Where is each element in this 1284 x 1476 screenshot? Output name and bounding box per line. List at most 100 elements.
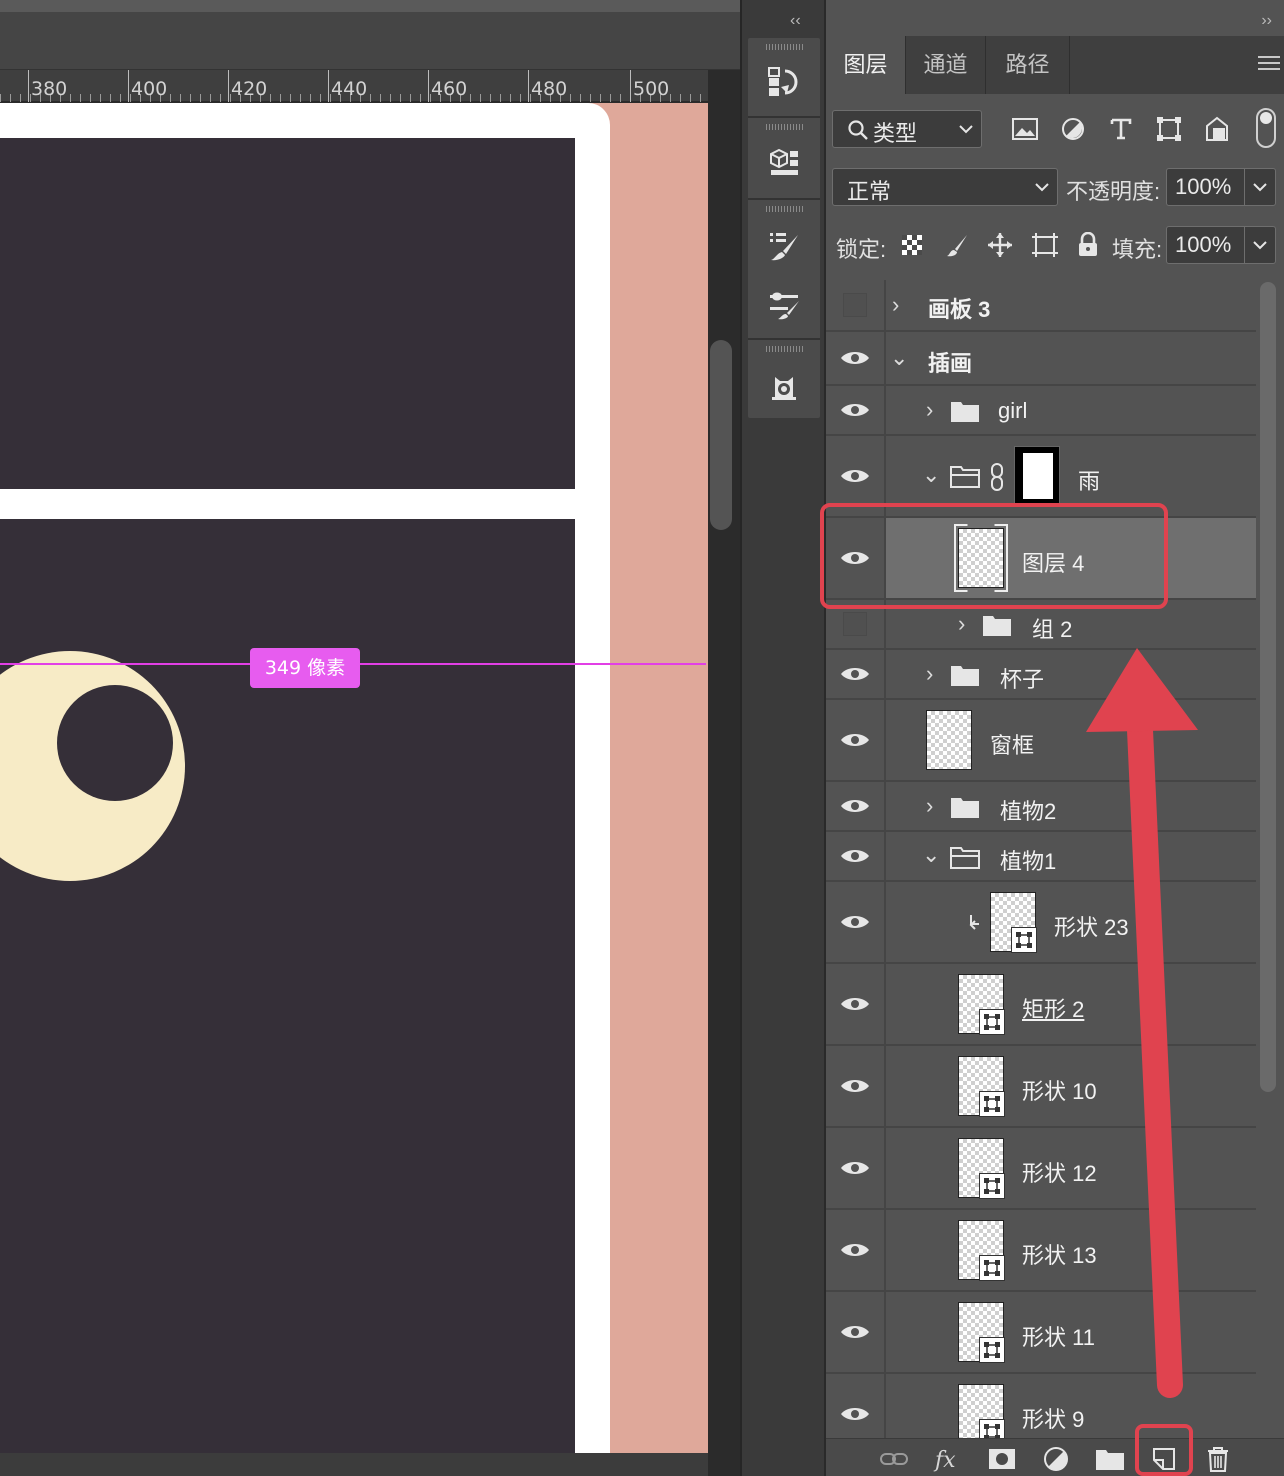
3d-icon[interactable]	[762, 140, 806, 184]
layer-thumbnail[interactable]	[958, 1138, 1005, 1199]
layer-thumbnail[interactable]	[958, 974, 1005, 1035]
visibility-toggle[interactable]	[826, 332, 886, 384]
opacity-field[interactable]: 100%	[1166, 168, 1276, 206]
visibility-toggle[interactable]	[826, 280, 886, 330]
visibility-toggle[interactable]	[826, 386, 886, 434]
link-layers-icon[interactable]	[876, 1443, 912, 1475]
new-group-icon[interactable]	[1092, 1443, 1128, 1475]
chevron-down-icon[interactable]	[1253, 240, 1267, 250]
layers-panel-footer: fx	[826, 1438, 1284, 1476]
folder-icon	[951, 402, 979, 422]
grip-handle[interactable]	[766, 346, 804, 352]
layer-name: 雨	[1078, 469, 1101, 494]
layer-thumbnail[interactable]	[958, 1056, 1005, 1117]
layers-scrollbar[interactable]	[1260, 282, 1276, 1092]
lock-all-icon[interactable]	[1071, 228, 1105, 262]
chevron-right-icon[interactable]: ›	[958, 611, 965, 637]
chevron-down-icon[interactable]: ⌄	[890, 345, 908, 371]
visibility-toggle[interactable]	[826, 700, 886, 780]
visibility-toggle[interactable]	[826, 882, 886, 962]
chevron-down-icon[interactable]: ⌄	[922, 462, 940, 488]
grip-handle[interactable]	[766, 206, 804, 212]
folder-icon	[983, 616, 1011, 636]
layer-name: 组 2	[1032, 617, 1073, 642]
layer-name: 植物1	[1000, 849, 1057, 874]
document-canvas-area[interactable]: 380 400 420 440 460 480 500 349 像素	[0, 0, 740, 1476]
chevron-down-icon[interactable]: ⌄	[922, 842, 940, 868]
layer-row-illustration[interactable]: ⌄ 插画	[826, 332, 1256, 386]
layer-name: 插画	[928, 351, 973, 376]
tab-paths[interactable]: 路径	[986, 36, 1070, 94]
tab-channels[interactable]: 通道	[906, 36, 986, 94]
mask-link-icon[interactable]	[988, 462, 1006, 492]
grip-handle[interactable]	[766, 44, 804, 50]
grip-handle[interactable]	[766, 124, 804, 130]
smart-object-filter-icon[interactable]	[1200, 112, 1234, 146]
shape-filter-icon[interactable]	[1152, 112, 1186, 146]
chevron-down-icon[interactable]	[1253, 182, 1267, 192]
blend-mode-select[interactable]: 正常	[832, 168, 1058, 206]
layer-thumbnail[interactable]	[926, 710, 972, 770]
collapse-dock-icon[interactable]: ‹‹	[790, 12, 801, 30]
visibility-toggle[interactable]	[826, 1128, 886, 1208]
layer-name: 窗框	[990, 733, 1035, 758]
layer-mask-thumbnail[interactable]	[1014, 446, 1060, 506]
lock-position-icon[interactable]	[983, 228, 1017, 262]
opacity-label: 不透明度:	[1066, 179, 1161, 204]
layer-filter-select[interactable]: 类型	[832, 110, 982, 148]
panel-dock: ‹‹	[740, 0, 824, 1476]
fill-field[interactable]: 100%	[1166, 226, 1276, 264]
visibility-toggle[interactable]	[826, 1210, 886, 1290]
visibility-toggle[interactable]	[826, 1374, 886, 1438]
delete-layer-icon[interactable]	[1200, 1443, 1236, 1475]
visibility-toggle[interactable]	[826, 1292, 886, 1372]
lock-label: 锁定:	[836, 237, 887, 262]
visibility-toggle[interactable]	[826, 1046, 886, 1126]
adjustment-layer-icon[interactable]	[1038, 1443, 1074, 1475]
eye-icon	[841, 916, 869, 928]
vector-shape-icon	[979, 1419, 1005, 1438]
canvas-vertical-scrollbar[interactable]	[710, 340, 732, 530]
layer-thumbnail[interactable]	[958, 1384, 1005, 1438]
moon-artwork	[0, 651, 185, 881]
fx-icon[interactable]: fx	[930, 1443, 966, 1475]
chevron-down-icon	[959, 125, 973, 134]
artboard-canvas[interactable]	[0, 103, 708, 1453]
visibility-toggle[interactable]	[826, 782, 886, 830]
eye-icon	[841, 668, 869, 680]
ruler-label: 380	[31, 78, 68, 100]
layer-thumbnail[interactable]	[990, 892, 1037, 953]
eye-icon	[841, 734, 869, 746]
horizontal-ruler[interactable]: 380 400 420 440 460 480 500	[0, 70, 708, 102]
brush-settings-icon[interactable]	[762, 224, 806, 268]
lock-transparency-icon[interactable]	[895, 228, 929, 262]
eye-icon	[841, 1162, 869, 1174]
panel-menu-icon[interactable]	[1258, 56, 1280, 72]
layer-name: 植物2	[1000, 799, 1057, 824]
chevron-right-icon[interactable]: ›	[926, 793, 933, 819]
history-icon[interactable]	[762, 60, 806, 104]
layer-thumbnail[interactable]	[958, 1302, 1005, 1363]
visibility-toggle[interactable]	[826, 650, 886, 698]
chevron-right-icon[interactable]: ›	[892, 292, 899, 318]
character-mascot-icon[interactable]	[762, 364, 806, 408]
filter-toggle[interactable]	[1256, 108, 1276, 148]
chevron-right-icon[interactable]: ›	[926, 397, 933, 423]
add-mask-icon[interactable]	[984, 1443, 1020, 1475]
brush-presets-icon[interactable]	[762, 282, 806, 326]
layer-name: 杯子	[1000, 667, 1045, 692]
lock-artboard-icon[interactable]	[1028, 228, 1062, 262]
type-filter-icon[interactable]	[1104, 112, 1138, 146]
adjustment-filter-icon[interactable]	[1056, 112, 1090, 146]
chevron-right-icon[interactable]: ›	[926, 661, 933, 687]
lock-image-icon[interactable]	[940, 228, 974, 262]
collapse-panel-icon[interactable]: ››	[1261, 12, 1272, 30]
visibility-toggle[interactable]	[826, 964, 886, 1044]
tab-layers[interactable]: 图层	[826, 36, 906, 94]
layer-thumbnail[interactable]	[958, 1220, 1005, 1281]
visibility-toggle[interactable]	[826, 832, 886, 880]
canvas-horizontal-scrollbar[interactable]	[0, 1453, 708, 1476]
layer-row-girl[interactable]: › girl	[826, 386, 1256, 436]
image-filter-icon[interactable]	[1008, 112, 1042, 146]
layer-row-artboard-3[interactable]: › 画板 3	[826, 280, 1256, 332]
